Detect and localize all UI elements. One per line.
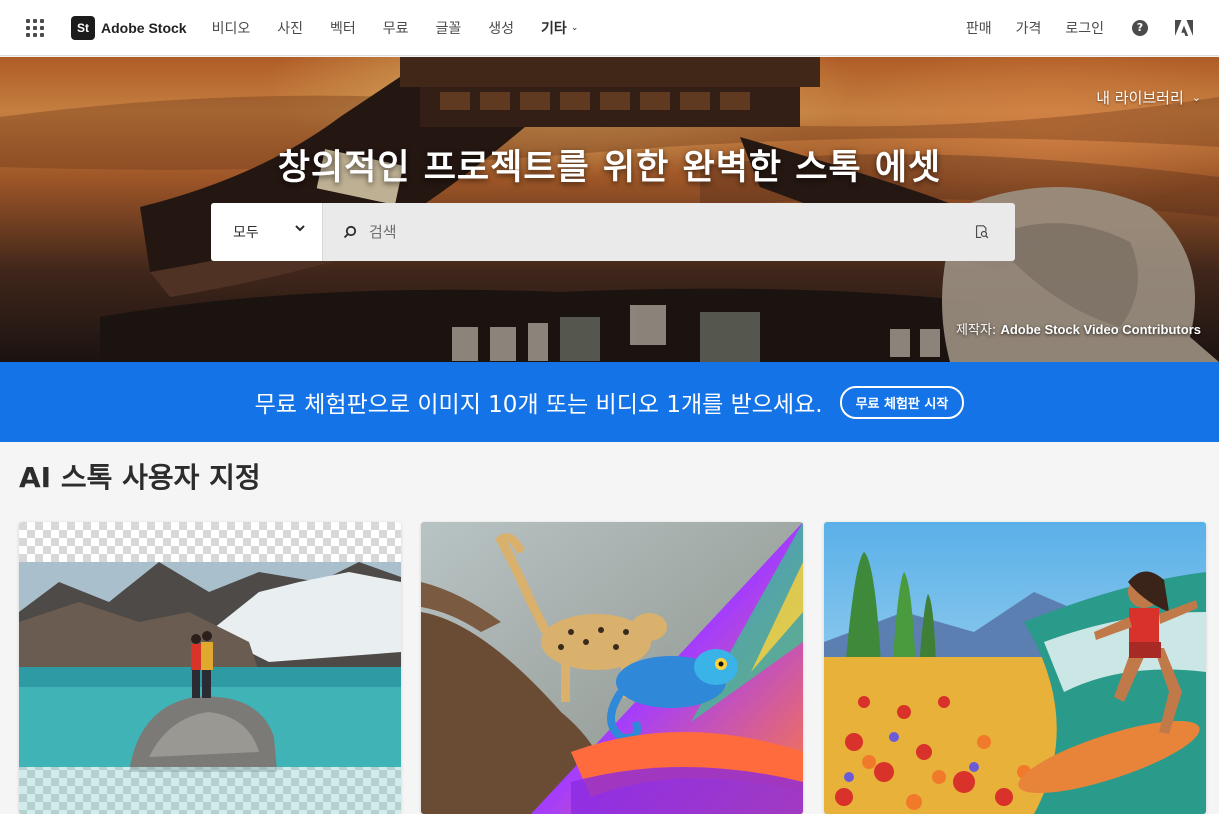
ai-card-mountain-lake[interactable] [19, 522, 401, 814]
login-link[interactable]: 로그인 [1065, 18, 1104, 38]
mountain-lake-image [19, 522, 401, 814]
search-field [323, 203, 1015, 261]
my-library-label: 내 라이브러리 [1096, 89, 1184, 107]
app-switcher-icon[interactable] [25, 18, 45, 38]
visual-search-icon[interactable] [975, 222, 995, 242]
main-nav: 비디오 사진 벡터 무료 글꼴 생성 기타 ⌄ [212, 18, 606, 38]
brand-home-link[interactable]: St Adobe Stock [71, 15, 187, 40]
search-icon [343, 225, 357, 239]
sell-link[interactable]: 판매 [966, 18, 992, 38]
credit-name[interactable]: Adobe Stock Video Contributors [1000, 322, 1201, 337]
hero-title: 창의적인 프로젝트를 위한 완벽한 스톡 에셋 [277, 148, 942, 188]
credit-prefix: 제작자: [956, 323, 1001, 338]
help-icon[interactable]: ? [1132, 19, 1148, 36]
brand-name: Adobe Stock [101, 19, 187, 36]
ai-section-title: AI 스톡 사용자 지정 [19, 461, 261, 494]
ai-card-cheetah-chameleon[interactable] [421, 522, 803, 814]
my-library-dropdown[interactable]: 내 라이브러리 ⌄ [1096, 87, 1201, 108]
chevron-down-icon: ⌄ [1191, 91, 1201, 104]
start-free-trial-button[interactable]: 무료 체험판 시작 [839, 385, 965, 419]
hero-banner: 내 라이브러리 ⌄ 창의적인 프로젝트를 위한 완벽한 스톡 에셋 모두 검색 … [0, 57, 1219, 362]
nav-photos[interactable]: 사진 [277, 18, 303, 38]
image-credit: 제작자: Adobe Stock Video Contributors [956, 319, 1201, 338]
nav-generate[interactable]: 생성 [488, 18, 514, 38]
nav-right-group: 판매 가격 로그인 ? [942, 18, 1219, 38]
nav-fonts[interactable]: 글꼴 [436, 18, 462, 38]
nav-vectors[interactable]: 벡터 [330, 18, 356, 38]
search-input[interactable] [369, 223, 949, 241]
nav-free[interactable]: 무료 [383, 18, 409, 38]
nav-videos[interactable]: 비디오 [212, 18, 251, 38]
free-trial-banner: 무료 체험판으로 이미지 10개 또는 비디오 1개를 받으세요. 무료 체험판… [0, 362, 1219, 442]
free-trial-text: 무료 체험판으로 이미지 10개 또는 비디오 1개를 받으세요. [254, 392, 823, 418]
nav-more-label: 기타 [541, 20, 567, 37]
chevron-down-icon: ⌄ [570, 22, 579, 33]
chevron-down-icon [295, 225, 305, 232]
ai-card-surfer-painting[interactable] [824, 522, 1206, 814]
top-navigation: St Adobe Stock 비디오 사진 벡터 무료 글꼴 생성 기타 ⌄ 판… [0, 0, 1219, 56]
cheetah-chameleon-image [421, 522, 803, 814]
surfer-painting-image [824, 522, 1206, 814]
nav-more-dropdown[interactable]: 기타 ⌄ [541, 18, 578, 38]
pricing-link[interactable]: 가격 [1016, 18, 1042, 38]
search-category-value: 모두 [233, 225, 259, 241]
adobe-stock-logo-icon: St [71, 15, 95, 40]
adobe-logo-icon[interactable] [1175, 19, 1193, 36]
search-bar: 모두 [211, 203, 1015, 261]
search-category-select[interactable]: 모두 [211, 203, 323, 261]
